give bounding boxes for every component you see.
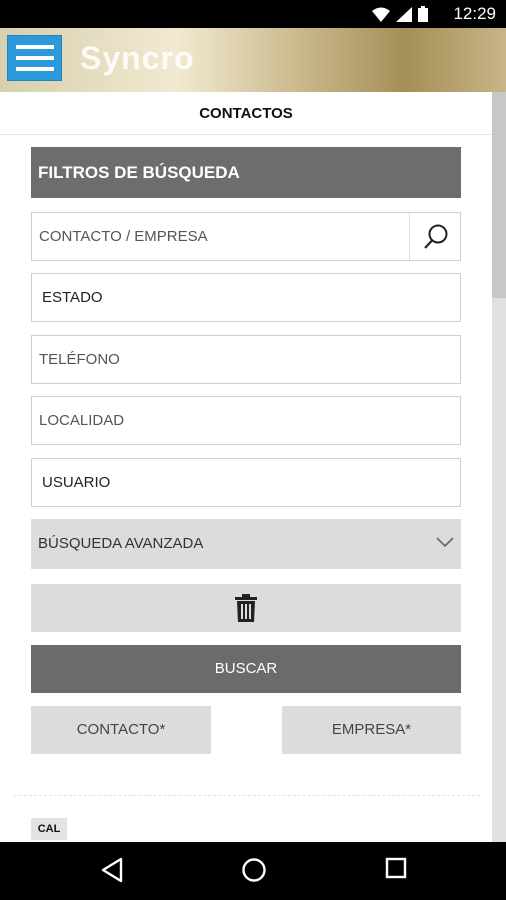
status-badge: CAL [31,818,67,840]
filters-header: FILTROS DE BÚSQUEDA [31,147,461,198]
localidad-placeholder: LOCALIDAD [39,412,125,429]
search-icon[interactable] [422,223,450,251]
contact-company-search-field[interactable]: CONTACTO / EMPRESA [31,212,461,261]
usuario-label: USUARIO [42,474,111,491]
clock: 12:29 [453,4,496,23]
back-icon[interactable] [101,857,123,883]
recent-apps-icon[interactable] [385,857,407,879]
home-icon[interactable] [241,857,267,883]
hamburger-menu-icon[interactable] [7,35,62,81]
advanced-search-toggle[interactable]: BÚSQUEDA AVANZADA [31,519,461,569]
localidad-field[interactable]: LOCALIDAD [31,396,461,445]
trash-icon [235,594,257,622]
app-bar [0,28,506,92]
chevron-down-icon [436,537,454,548]
search-button[interactable]: BUSCAR [31,645,461,693]
status-icons [372,6,428,22]
signal-icon [396,6,412,22]
status-bar: 12:29 [0,0,506,28]
navigation-bar [0,842,506,900]
scrollbar-thumb[interactable] [492,92,506,298]
advanced-search-label: BÚSQUEDA AVANZADA [38,535,204,552]
main-content: CONTACTOS FILTROS DE BÚSQUEDA CONTACTO /… [0,92,492,842]
wifi-icon [372,7,390,22]
battery-icon [418,6,428,22]
page-title: CONTACTOS [0,92,492,135]
clear-filters-button[interactable] [31,584,461,632]
empresa-button[interactable]: EMPRESA* [282,706,461,754]
scrollbar[interactable] [492,92,506,842]
divider [409,213,410,260]
telefono-placeholder: TELÉFONO [39,351,120,368]
usuario-select[interactable]: USUARIO [31,458,461,507]
contacto-button[interactable]: CONTACTO* [31,706,211,754]
app-logo: Syncro [80,40,195,76]
estado-select[interactable]: ESTADO [31,273,461,322]
search-placeholder: CONTACTO / EMPRESA [39,228,208,245]
telefono-field[interactable]: TELÉFONO [31,335,461,384]
estado-label: ESTADO [42,289,103,306]
section-divider [14,795,480,796]
